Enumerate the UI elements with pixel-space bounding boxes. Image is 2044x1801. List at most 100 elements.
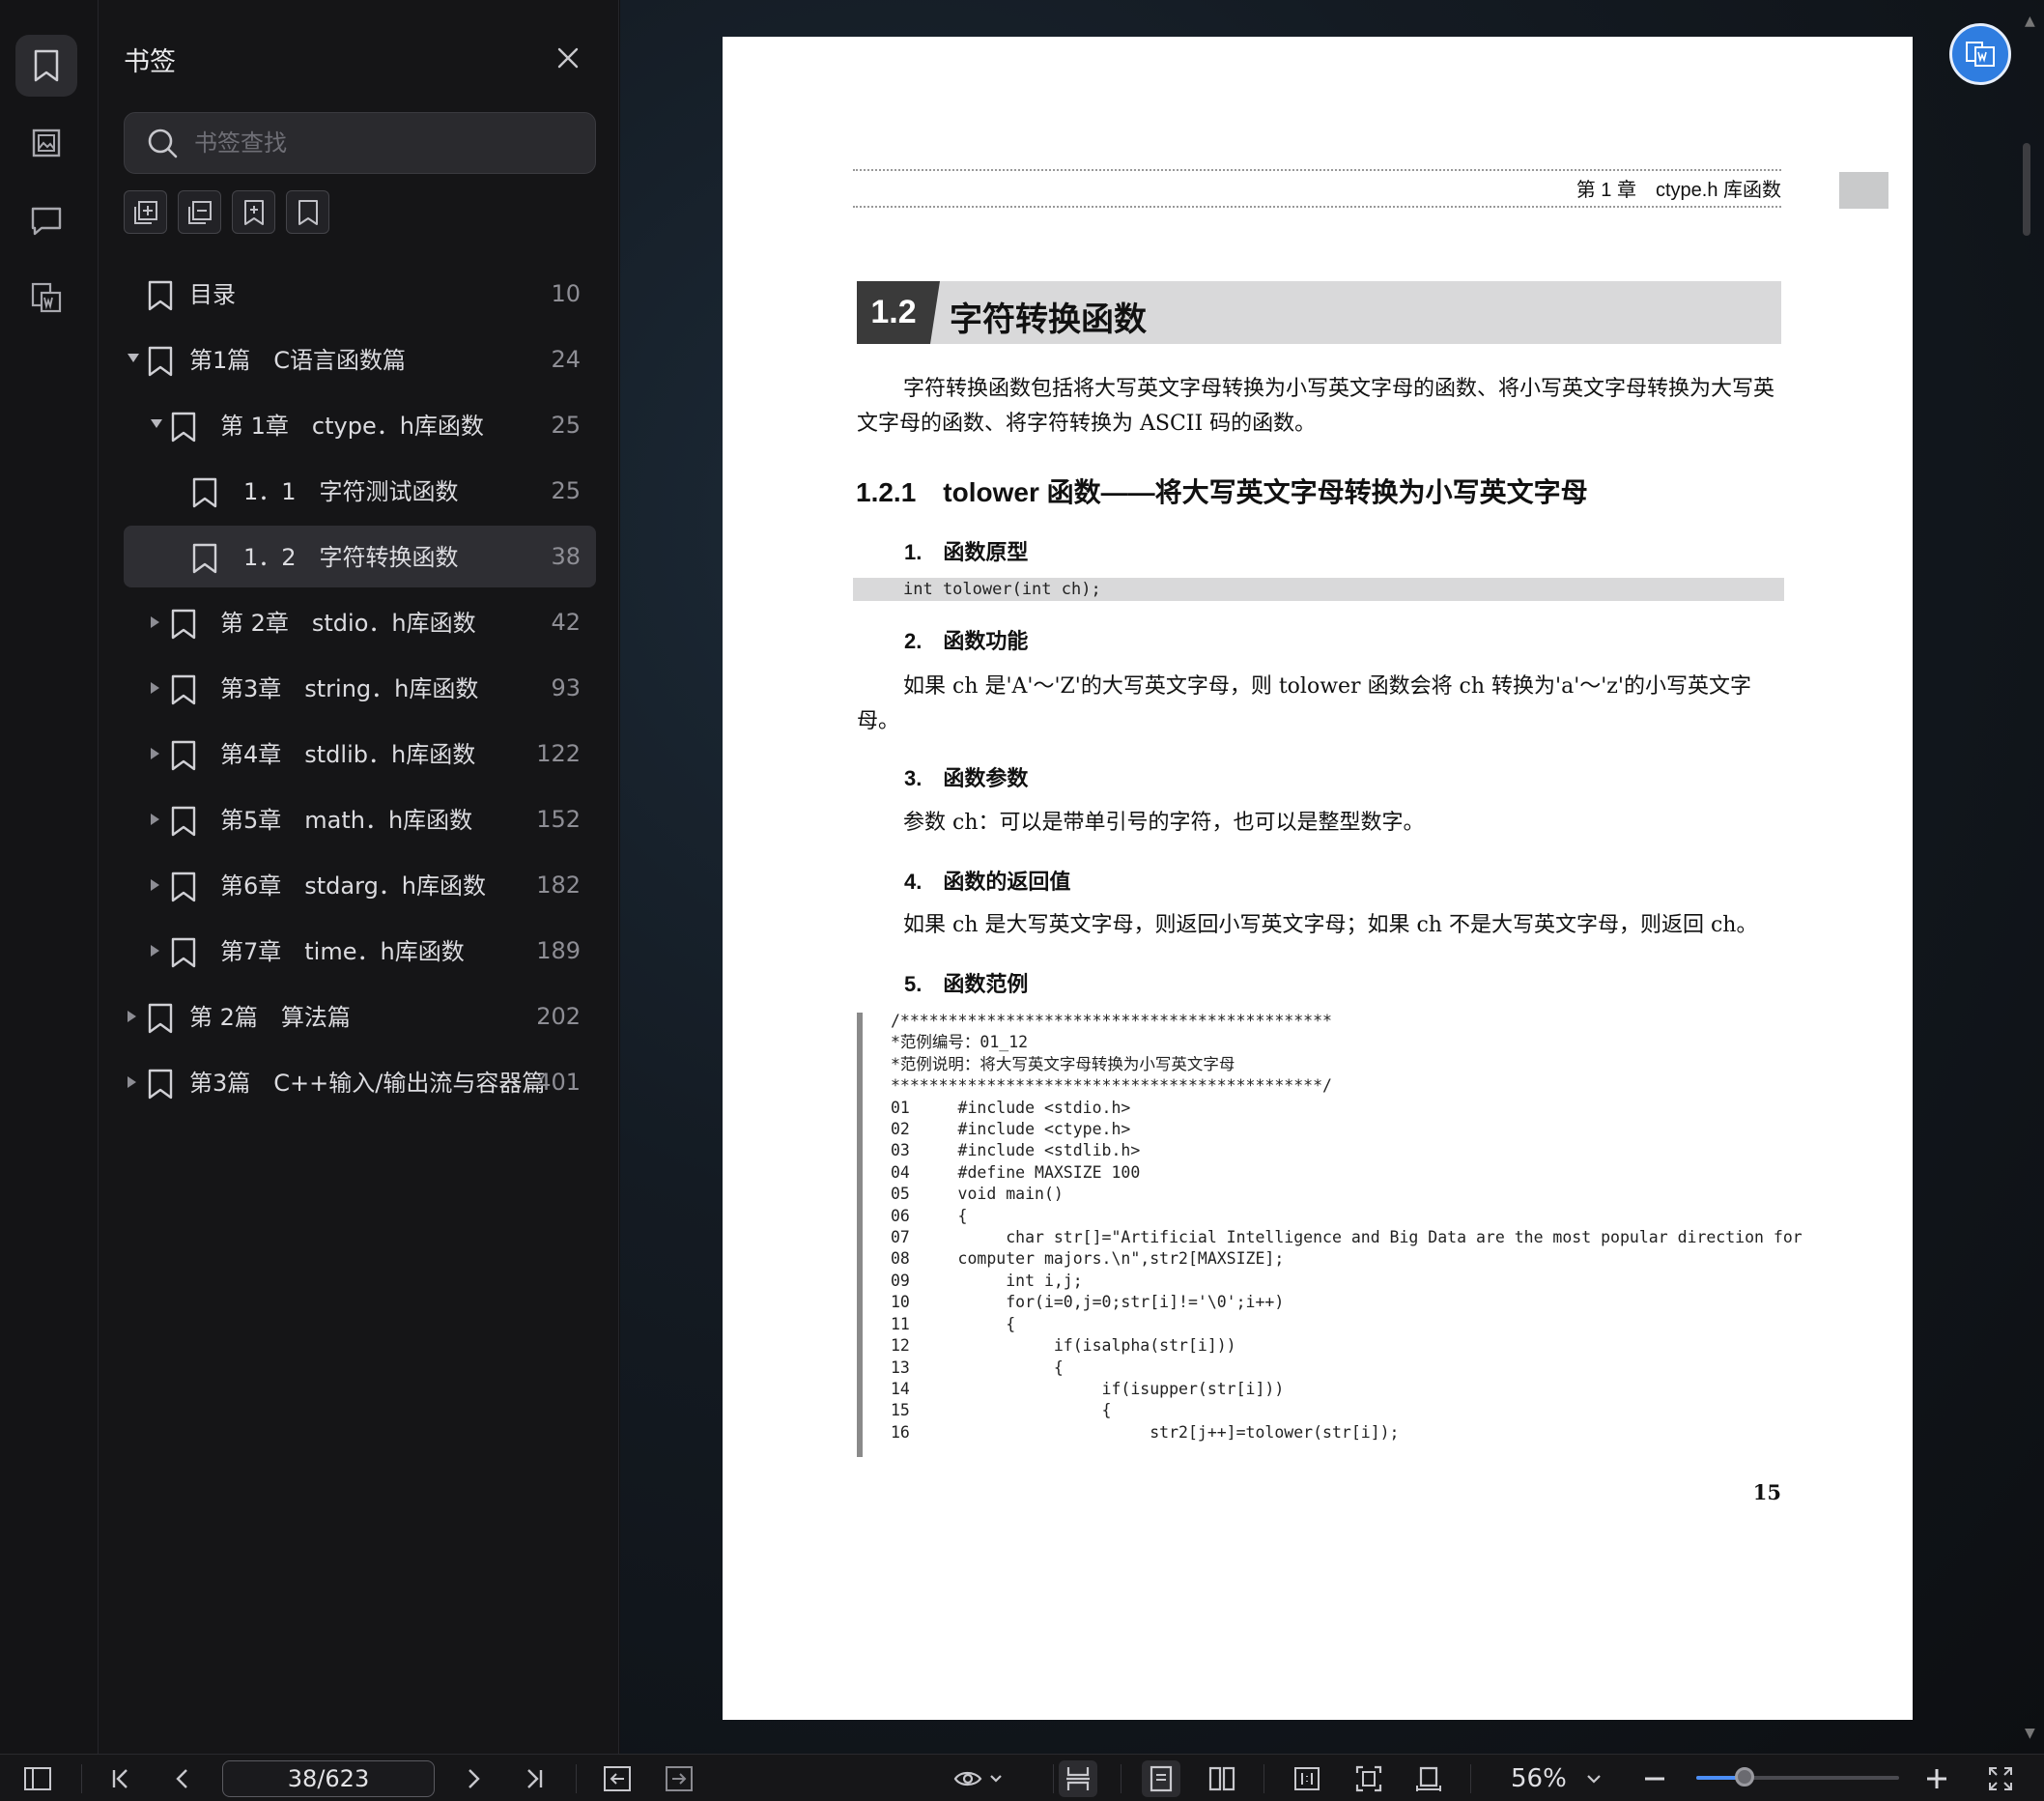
bookmark-panel-button[interactable]	[15, 35, 77, 97]
expand-caret-icon[interactable]	[151, 682, 159, 694]
bookmark-item[interactable]: 第1篇 C语言函数篇 24	[124, 329, 596, 390]
prev-page-button[interactable]	[164, 1760, 201, 1797]
bookmark-item[interactable]: 第7章 time．h库函数 189	[124, 920, 596, 982]
actual-size-button[interactable]	[1289, 1760, 1325, 1797]
page-number-input[interactable]	[222, 1760, 435, 1797]
bookmark-item[interactable]: 目录 10	[124, 263, 596, 325]
fit-width-button[interactable]	[1410, 1760, 1447, 1797]
collapse-caret-icon[interactable]	[151, 419, 162, 428]
fit-page-button[interactable]	[1350, 1760, 1387, 1797]
bookmark-tools	[124, 190, 329, 234]
bookmark-item[interactable]: 1．1 字符测试函数 25	[124, 460, 596, 522]
bookmark-page-number: 38	[551, 543, 581, 570]
zoom-select[interactable]: 56%	[1490, 1760, 1615, 1797]
expand-caret-icon[interactable]	[151, 616, 159, 628]
bookmark-page-number: 25	[551, 412, 581, 439]
sidebar-icon	[24, 1767, 51, 1790]
continuous-scroll-icon	[1066, 1767, 1090, 1790]
item-heading-3: 3. 函数参数	[904, 766, 1029, 790]
expand-all-button[interactable]	[124, 190, 167, 234]
panel-title: 书签	[124, 47, 176, 77]
convert-panel-button[interactable]	[15, 267, 77, 329]
zoom-slider-knob[interactable]	[1735, 1767, 1755, 1787]
bookmark-item[interactable]: 第6章 stdarg．h库函数 182	[124, 854, 596, 916]
close-panel-button[interactable]	[553, 43, 583, 73]
go-forward-button[interactable]	[661, 1760, 697, 1797]
scroll-down-arrow[interactable]: ▼	[2025, 1726, 2035, 1741]
bookmark-page-number: 202	[536, 1003, 581, 1030]
view-mode-button[interactable]	[951, 1760, 1008, 1797]
item-heading-4: 4. 函数的返回值	[904, 870, 1071, 894]
forward-icon	[666, 1766, 693, 1791]
separator	[576, 1764, 577, 1793]
bookmark-page-button[interactable]	[286, 190, 329, 234]
bookmark-item[interactable]: 1．2 字符转换函数 38	[124, 526, 596, 587]
chevron-right-icon	[468, 1769, 480, 1788]
bookmark-item[interactable]: 第3篇 C++输入/输出流与容器篇 401	[124, 1051, 596, 1113]
convert-word-icon	[31, 282, 62, 313]
bookmark-label: 1．1 字符测试函数	[243, 478, 459, 505]
scroll-up-arrow[interactable]: ▲	[2025, 14, 2035, 29]
bookmark-page-number: 152	[536, 806, 581, 833]
bookmark-icon	[171, 872, 196, 902]
next-page-button[interactable]	[455, 1760, 492, 1797]
scrollbar-thumb[interactable]	[2023, 143, 2030, 236]
last-page-button[interactable]	[516, 1760, 553, 1797]
bookmark-label: 第 2章 stdio．h库函数	[220, 610, 476, 637]
section-number: 1.2	[857, 281, 940, 344]
expand-caret-icon[interactable]	[151, 748, 159, 759]
bookmark-item[interactable]: 第3章 string．h库函数 93	[124, 657, 596, 719]
bookmark-page-number: 25	[551, 477, 581, 504]
example-code: /***************************************…	[891, 1012, 1803, 1442]
go-back-button[interactable]	[599, 1760, 636, 1797]
item-heading-1: 1. 函数原型	[904, 540, 1029, 564]
toggle-sidebar-button[interactable]	[19, 1760, 56, 1797]
expand-caret-icon[interactable]	[128, 1011, 136, 1022]
add-bookmark-icon	[243, 199, 264, 225]
expand-caret-icon[interactable]	[151, 814, 159, 825]
bookmark-item[interactable]: 第4章 stdlib．h库函数 122	[124, 723, 596, 785]
first-page-icon	[112, 1769, 128, 1788]
bookmark-item[interactable]: 第 2篇 算法篇 202	[124, 986, 596, 1047]
thumbnail-panel-button[interactable]	[15, 112, 77, 174]
bookmark-icon	[171, 674, 196, 705]
first-page-button[interactable]	[102, 1760, 139, 1797]
collapse-caret-icon[interactable]	[128, 354, 139, 362]
fit-page-icon	[1355, 1765, 1382, 1792]
comment-icon	[31, 207, 62, 236]
bookmark-panel: 书签 目录10第1篇 C语言函数篇24第 1章 ctype．h库函数251．1 …	[99, 0, 619, 1754]
zoom-out-button[interactable]	[1636, 1760, 1673, 1797]
single-page-button[interactable]	[1142, 1760, 1180, 1797]
two-page-button[interactable]	[1204, 1760, 1240, 1797]
expand-caret-icon[interactable]	[128, 1076, 136, 1088]
expand-caret-icon[interactable]	[151, 945, 159, 957]
header-rule-top	[853, 169, 1781, 171]
bookmark-item[interactable]: 第 2章 stdio．h库函数 42	[124, 591, 596, 653]
bookmark-page-number: 189	[536, 937, 581, 964]
plus-icon	[1927, 1769, 1946, 1788]
expand-caret-icon[interactable]	[151, 879, 159, 891]
zoom-in-button[interactable]	[1918, 1760, 1955, 1797]
bookmark-label: 第 1章 ctype．h库函数	[220, 413, 484, 440]
collapse-all-button[interactable]	[178, 190, 221, 234]
two-page-icon	[1208, 1766, 1235, 1791]
chapter-tab-marker	[1839, 172, 1888, 209]
continuous-scroll-button[interactable]	[1059, 1760, 1097, 1797]
bookmark-label: 第7章 time．h库函数	[220, 938, 465, 965]
fullscreen-button[interactable]	[1982, 1760, 2019, 1797]
convert-float-button[interactable]	[1949, 23, 2011, 85]
bookmark-item[interactable]: 第 1章 ctype．h库函数 25	[124, 394, 596, 456]
bookmark-page-number: 93	[551, 674, 581, 701]
subsection-heading: 1.2.1 tolower 函数——将大写英文字母转换为小写英文字母	[856, 477, 1588, 507]
zoom-slider[interactable]	[1696, 1767, 1899, 1787]
bookmark-search-input[interactable]	[194, 113, 581, 173]
return-description: 如果 ch 是大写英文字母，则返回小写英文字母；如果 ch 不是大写英文字母，则…	[903, 913, 1758, 937]
bookmark-label: 第4章 stdlib．h库函数	[220, 741, 476, 768]
bookmark-icon	[148, 280, 173, 311]
convert-icon	[1966, 42, 1995, 67]
bookmark-search[interactable]	[124, 112, 596, 174]
comment-panel-button[interactable]	[15, 189, 77, 251]
add-bookmark-button[interactable]	[232, 190, 275, 234]
bookmark-item[interactable]: 第5章 math．h库函数 152	[124, 788, 596, 850]
bookmark-label: 目录	[189, 281, 236, 308]
